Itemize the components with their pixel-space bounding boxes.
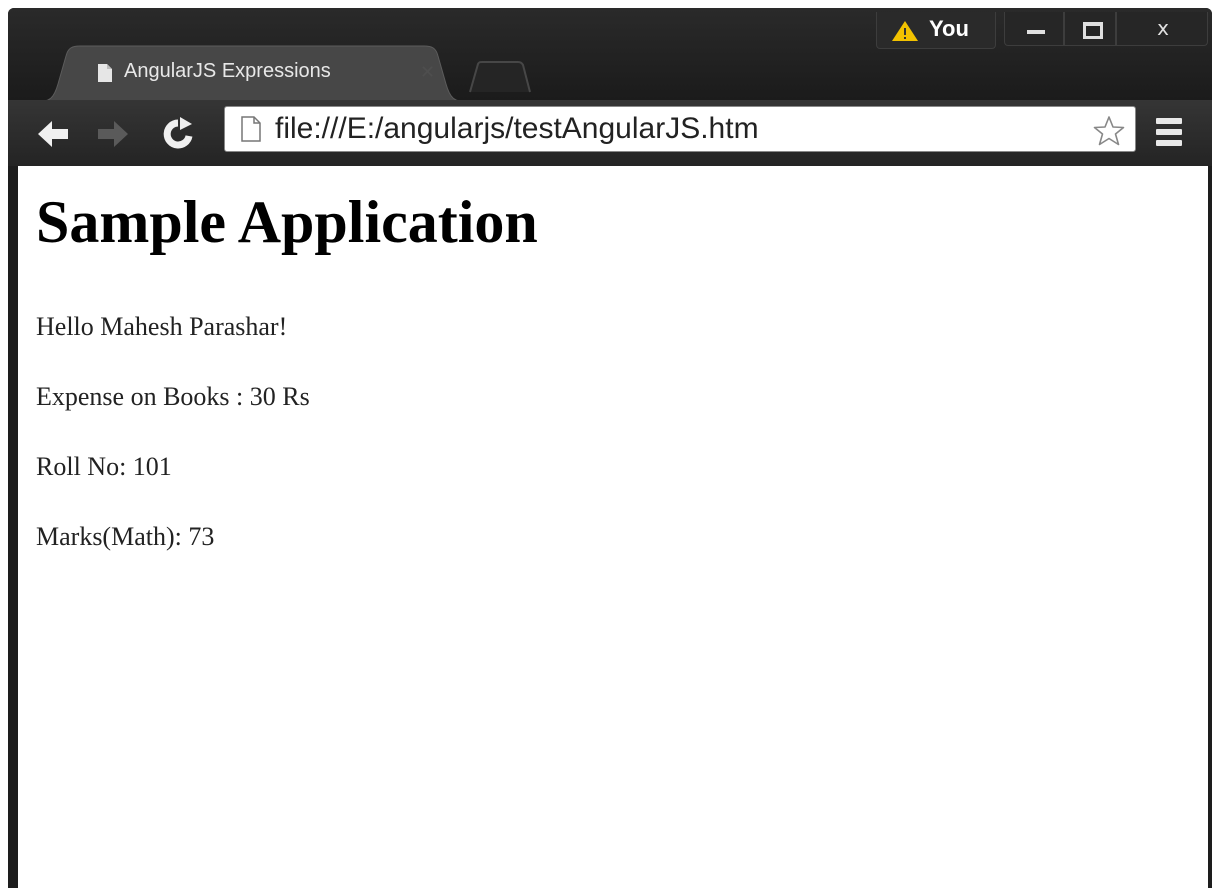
page-title: Sample Application bbox=[36, 189, 538, 255]
new-tab-button[interactable] bbox=[468, 60, 532, 94]
reload-icon[interactable] bbox=[158, 114, 198, 154]
close-window-button[interactable]: x bbox=[1116, 12, 1208, 46]
greeting-text: Hello Mahesh Parashar! bbox=[36, 312, 288, 341]
page-icon bbox=[98, 64, 112, 82]
page-content: Sample Application Hello Mahesh Parashar… bbox=[18, 166, 1208, 888]
expense-text: Expense on Books : 30 Rs bbox=[36, 382, 310, 411]
marks-text: Marks(Math): 73 bbox=[36, 522, 215, 551]
minimize-button[interactable] bbox=[1004, 12, 1064, 46]
profile-button[interactable]: You bbox=[876, 12, 996, 49]
menu-icon[interactable] bbox=[1156, 118, 1182, 148]
address-bar[interactable]: file:///E:/angularjs/testAngularJS.htm bbox=[224, 106, 1136, 152]
toolbar: file:///E:/angularjs/testAngularJS.htm bbox=[8, 100, 1212, 166]
forward-icon[interactable] bbox=[92, 114, 132, 154]
url-text: file:///E:/angularjs/testAngularJS.htm bbox=[275, 112, 759, 145]
back-icon[interactable] bbox=[34, 114, 74, 154]
roll-no-text: Roll No: 101 bbox=[36, 452, 172, 481]
close-window-icon: x bbox=[1157, 16, 1169, 40]
close-icon[interactable]: ✕ bbox=[420, 64, 435, 82]
window-controls: x bbox=[1004, 12, 1208, 46]
tab-title: AngularJS Expressions bbox=[124, 60, 331, 82]
maximize-button[interactable] bbox=[1064, 12, 1116, 46]
maximize-icon bbox=[1083, 22, 1103, 39]
tab-angularjs-expressions[interactable]: AngularJS Expressions ✕ bbox=[36, 44, 468, 102]
browser-window: AngularJS Expressions ✕ You x file:///E:… bbox=[8, 8, 1212, 888]
warning-icon bbox=[891, 20, 919, 42]
profile-label: You bbox=[929, 16, 969, 41]
minimize-icon bbox=[1027, 30, 1045, 34]
title-bar: AngularJS Expressions ✕ You x bbox=[8, 8, 1212, 102]
page-icon bbox=[241, 116, 261, 142]
star-icon[interactable] bbox=[1093, 115, 1125, 147]
